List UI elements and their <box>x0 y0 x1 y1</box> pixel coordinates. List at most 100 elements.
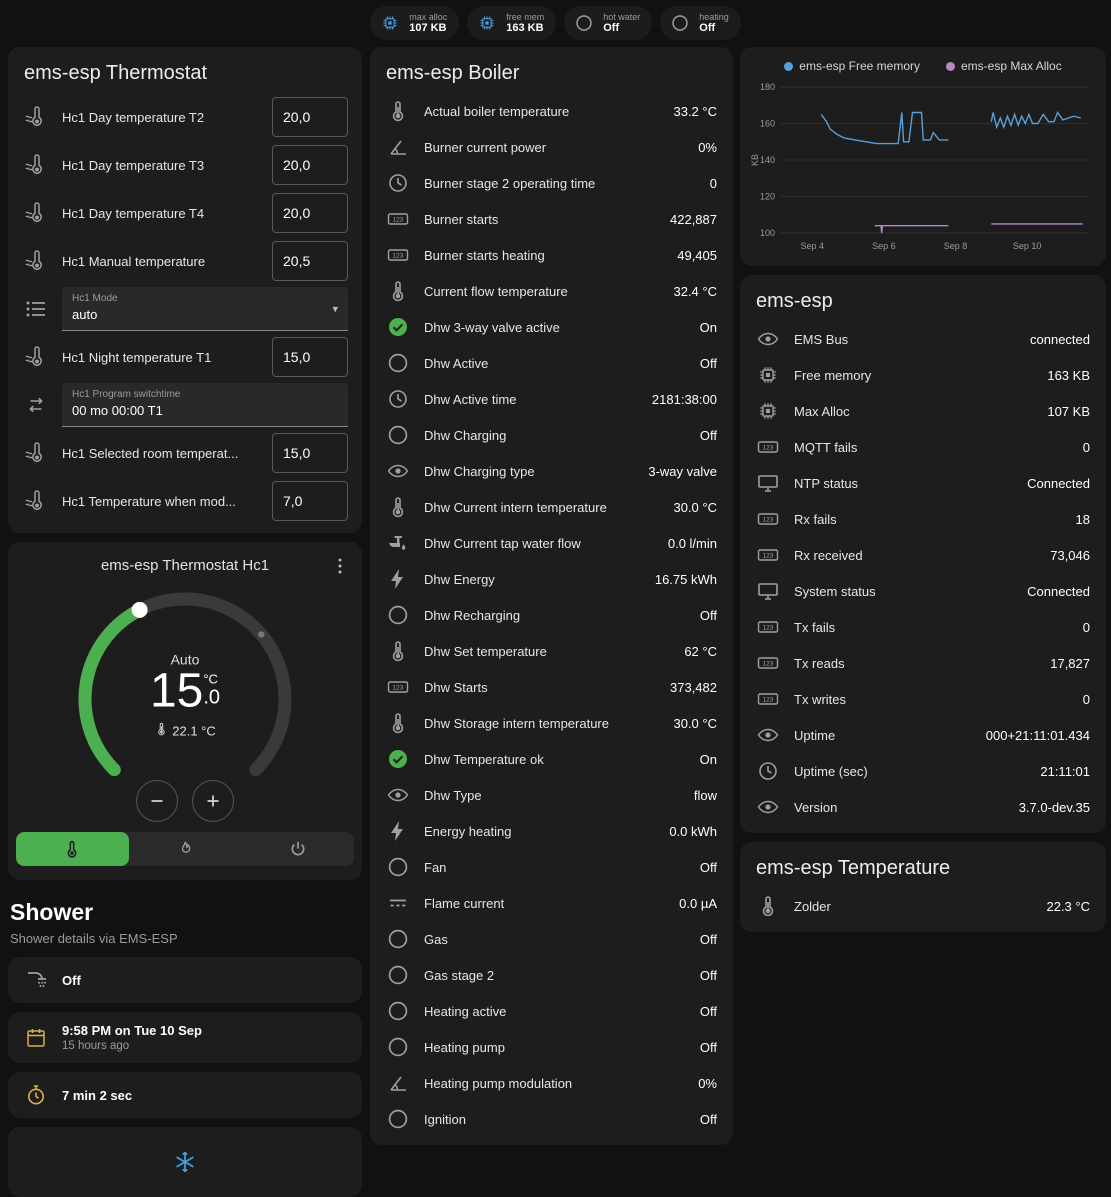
number-input[interactable]: 20,0 <box>272 145 348 185</box>
chevron-down-icon: ▾ <box>332 302 338 315</box>
flame-icon <box>175 839 195 859</box>
number-input[interactable]: 20,5 <box>272 241 348 281</box>
entity-row[interactable]: Dhw Charging type3-way valve <box>370 453 733 489</box>
entity-row[interactable]: Dhw Typeflow <box>370 777 733 813</box>
circle-icon <box>386 963 410 987</box>
entity-row[interactable]: 123Tx writes0 <box>740 681 1106 717</box>
entity-row[interactable]: GasOff <box>370 921 733 957</box>
chip-icon <box>756 363 780 387</box>
text-input[interactable]: Hc1 Program switchtime00 mo 00:00 T1 <box>62 383 348 427</box>
badge-label: heating <box>699 12 729 22</box>
entity-row[interactable]: Dhw Active time2181:38:00 <box>370 381 733 417</box>
entity-value: 73,046 <box>1050 548 1090 563</box>
entity-row[interactable]: Dhw Temperature okOn <box>370 741 733 777</box>
entity-row[interactable]: 123Tx fails0 <box>740 609 1106 645</box>
entity-label: Hc1 Selected room temperat... <box>62 446 258 461</box>
entity-row[interactable]: 123Rx fails18 <box>740 501 1106 537</box>
badge-max-alloc[interactable]: max alloc107 KB <box>370 6 459 40</box>
entity-row[interactable]: Dhw Energy16.75 kWh <box>370 561 733 597</box>
mode-select[interactable]: Hc1 Modeauto▾ <box>62 287 348 331</box>
legend-item[interactable]: ems-esp Free memory <box>784 59 920 73</box>
legend-item[interactable]: ems-esp Max Alloc <box>946 59 1062 73</box>
plus-icon <box>202 790 224 812</box>
history-chart[interactable]: 100120140160180Sep 4Sep 6Sep 8Sep 10KB <box>750 77 1096 255</box>
entity-row[interactable]: Max Alloc107 KB <box>740 393 1106 429</box>
entity-row[interactable]: Uptime (sec)21:11:01 <box>740 753 1106 789</box>
number-input[interactable]: 15,0 <box>272 433 348 473</box>
decrease-temp-button[interactable] <box>136 780 178 822</box>
shower-heading: Shower <box>10 899 360 926</box>
entity-row[interactable]: NTP statusConnected <box>740 465 1106 501</box>
number-input[interactable]: 20,0 <box>272 193 348 233</box>
mode-off-button[interactable] <box>241 832 354 866</box>
entity-row[interactable]: 123Tx reads17,827 <box>740 645 1106 681</box>
entity-row[interactable]: Energy heating0.0 kWh <box>370 813 733 849</box>
dots-vertical-icon <box>329 555 351 577</box>
entity-value: Off <box>700 1004 717 1019</box>
entity-row[interactable]: Free memory163 KB <box>740 357 1106 393</box>
entity-row[interactable]: System statusConnected <box>740 573 1106 609</box>
legend-label: ems-esp Free memory <box>799 59 920 73</box>
right-column: ems-esp Free memory ems-esp Max Alloc 100… <box>740 47 1106 932</box>
mode-auto-button[interactable] <box>16 832 129 866</box>
dial-handle[interactable] <box>132 602 148 618</box>
entity-row[interactable]: Heating pumpOff <box>370 1029 733 1065</box>
shower-card[interactable]: Off <box>8 957 362 1003</box>
increase-temp-button[interactable] <box>192 780 234 822</box>
entity-row[interactable]: Dhw Current tap water flow0.0 l/min <box>370 525 733 561</box>
counter-icon: 123 <box>386 675 410 699</box>
dial-current-temp-marker <box>258 631 264 637</box>
entity-row[interactable]: EMS Busconnected <box>740 321 1106 357</box>
badge-free-mem[interactable]: free mem163 KB <box>467 6 556 40</box>
number-input[interactable]: 7,0 <box>272 481 348 521</box>
circle-icon <box>386 927 410 951</box>
entity-row[interactable]: Actual boiler temperature33.2 °C <box>370 93 733 129</box>
entity-row[interactable]: Heating activeOff <box>370 993 733 1029</box>
entity-row[interactable]: Dhw Storage intern temperature30.0 °C <box>370 705 733 741</box>
entity-row[interactable]: 123Burner starts422,887 <box>370 201 733 237</box>
entity-row[interactable]: Gas stage 2Off <box>370 957 733 993</box>
entity-row[interactable]: Dhw Current intern temperature30.0 °C <box>370 489 733 525</box>
entity-row[interactable]: Flame current0.0 µA <box>370 885 733 921</box>
counter-icon: 123 <box>756 543 780 567</box>
number-input[interactable]: 15,0 <box>272 337 348 377</box>
entity-row[interactable]: Dhw ChargingOff <box>370 417 733 453</box>
thermometer-icon <box>386 495 410 519</box>
entity-row[interactable]: IgnitionOff <box>370 1101 733 1137</box>
badge-heating[interactable]: heatingOff <box>660 6 741 40</box>
number-input[interactable]: 20,0 <box>272 97 348 137</box>
entity-row[interactable]: Burner stage 2 operating time0 <box>370 165 733 201</box>
entity-row[interactable]: 123MQTT fails0 <box>740 429 1106 465</box>
entity-row[interactable]: 123Rx received73,046 <box>740 537 1106 573</box>
shower-card[interactable]: 7 min 2 sec <box>8 1072 362 1118</box>
climate-snowflake-card[interactable] <box>8 1127 362 1197</box>
svg-text:100: 100 <box>760 228 775 238</box>
entity-row[interactable]: Heating pump modulation0% <box>370 1065 733 1101</box>
shower-card[interactable]: 9:58 PM on Tue 10 Sep15 hours ago <box>8 1012 362 1063</box>
thermostat-card: ems-esp Thermostat Hc1 Day temperature T… <box>8 47 362 533</box>
legend-dot <box>946 62 955 71</box>
entity-row[interactable]: FanOff <box>370 849 733 885</box>
entity-row[interactable]: Dhw ActiveOff <box>370 345 733 381</box>
more-options-button[interactable] <box>328 554 352 578</box>
entity-value: 0% <box>698 140 717 155</box>
badge-hot-water[interactable]: hot waterOff <box>564 6 652 40</box>
entity-label: Dhw Temperature ok <box>424 752 686 767</box>
entity-row[interactable]: Zolder22.3 °C <box>740 888 1106 924</box>
entity-row[interactable]: Version3.7.0-dev.35 <box>740 789 1106 825</box>
entity-row[interactable]: Current flow temperature32.4 °C <box>370 273 733 309</box>
entity-row[interactable]: 123Burner starts heating49,405 <box>370 237 733 273</box>
entity-value: 3.7.0-dev.35 <box>1019 800 1090 815</box>
entity-row[interactable]: Burner current power0% <box>370 129 733 165</box>
entity-value: 0 <box>1083 440 1090 455</box>
entity-value: 18 <box>1076 512 1090 527</box>
entity-row[interactable]: Uptime000+21:11:01.434 <box>740 717 1106 753</box>
entity-row[interactable]: Dhw RechargingOff <box>370 597 733 633</box>
entity-value: 373,482 <box>670 680 717 695</box>
circle-icon <box>574 13 594 33</box>
mode-heat-button[interactable] <box>129 832 242 866</box>
entity-value: 33.2 °C <box>673 104 717 119</box>
entity-row[interactable]: 123Dhw Starts373,482 <box>370 669 733 705</box>
entity-row[interactable]: Dhw Set temperature62 °C <box>370 633 733 669</box>
entity-row[interactable]: Dhw 3-way valve activeOn <box>370 309 733 345</box>
